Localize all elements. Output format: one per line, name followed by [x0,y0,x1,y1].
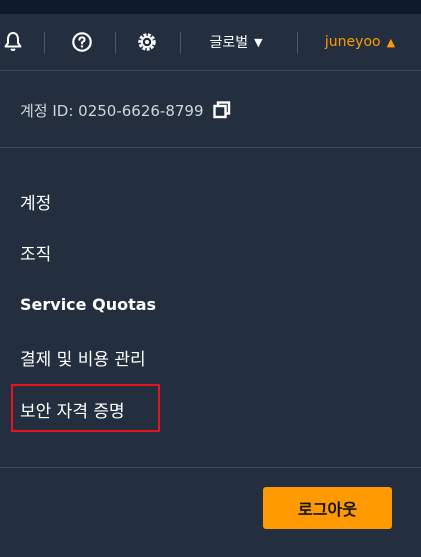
nav-separator [180,32,181,54]
copy-icon[interactable] [212,100,232,120]
menu-item-label: Service Quotas [20,294,157,314]
account-menu-navbar: 글로벌 ▼ juneyoo ▲ [0,14,421,71]
divider [0,467,421,468]
menu-item-account[interactable]: 계정 [20,181,51,221]
menu-item-service-quotas[interactable]: Service Quotas [20,284,156,324]
menu-item-label: 계정 [20,193,52,214]
account-id-label: 계정 ID: 0250-6626-8799 [20,101,204,120]
menu-item-billing[interactable]: 결제 및 비용 관리 [20,337,146,377]
chevron-down-icon: ▼ [254,35,263,49]
highlight-box [11,384,160,432]
gear-icon[interactable] [133,14,161,70]
menu-item-label: 결제 및 비용 관리 [20,349,146,370]
account-id-row: 계정 ID: 0250-6626-8799 [20,95,232,125]
username-label: juneyoo [324,34,381,50]
nav-separator [44,32,45,54]
menu-item-label: 조직 [20,244,52,265]
top-strip [0,0,421,14]
chevron-up-icon: ▲ [386,35,396,49]
divider [0,147,421,148]
nav-separator [297,32,298,54]
region-label: 글로벌 [209,35,249,51]
bell-icon[interactable] [0,14,26,70]
help-circle-icon[interactable] [68,14,96,70]
nav-separator [115,32,116,54]
user-menu-toggle[interactable]: juneyoo ▲ [305,14,415,70]
region-selector[interactable]: 글로벌 ▼ [190,14,282,70]
logout-button[interactable]: 로그아웃 [263,487,392,529]
menu-item-organization[interactable]: 조직 [20,232,51,272]
